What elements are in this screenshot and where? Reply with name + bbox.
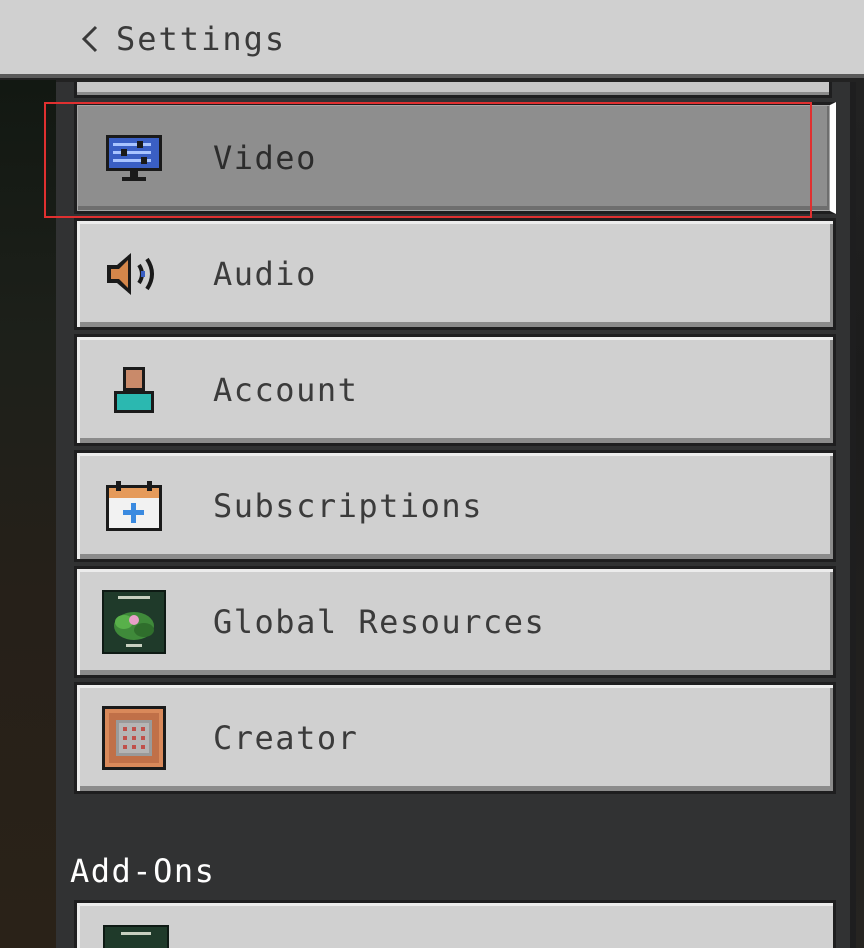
command-block-icon <box>101 705 167 771</box>
menu-item-label: Video <box>213 139 317 177</box>
menu-item-subscriptions[interactable]: Subscriptions <box>74 450 836 562</box>
calendar-plus-icon <box>101 473 167 539</box>
menu-item-audio[interactable]: Audio <box>74 218 836 330</box>
settings-screen: Settings Video Audio Account Subscriptio… <box>0 0 864 948</box>
header-bar: Settings <box>0 0 864 78</box>
menu-item-label: Subscriptions <box>213 487 483 525</box>
settings-menu: Video Audio Account Subscriptions Global… <box>74 102 836 798</box>
menu-item-partial[interactable] <box>74 82 832 98</box>
menu-item-label: Global Resources <box>213 603 546 641</box>
menu-item-creator[interactable]: Creator <box>74 682 836 794</box>
world-background <box>0 80 56 948</box>
resource-pack-thumbnail-icon <box>103 925 169 948</box>
menu-item-label: Creator <box>213 719 359 757</box>
chevron-left-icon <box>78 24 102 54</box>
addons-heading: Add-Ons <box>70 852 216 890</box>
menu-item-account[interactable]: Account <box>74 334 836 446</box>
addon-item-partial[interactable] <box>74 900 836 948</box>
resource-pack-thumbnail-icon <box>101 589 167 655</box>
menu-item-global-resources[interactable]: Global Resources <box>74 566 836 678</box>
monitor-sliders-icon <box>101 125 167 191</box>
account-person-icon <box>101 357 167 423</box>
speaker-icon <box>101 241 167 307</box>
page-title: Settings <box>116 20 287 58</box>
back-button[interactable]: Settings <box>78 14 286 64</box>
menu-item-video[interactable]: Video <box>74 102 836 214</box>
menu-item-label: Account <box>213 371 359 409</box>
menu-item-label: Audio <box>213 255 317 293</box>
